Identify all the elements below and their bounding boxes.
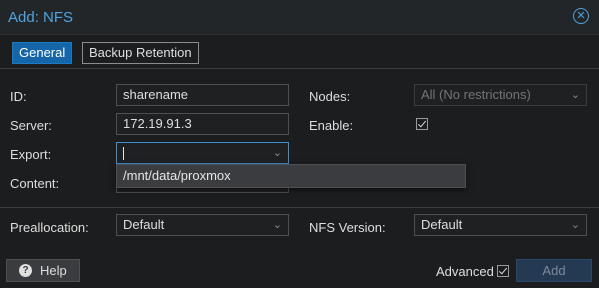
id-input[interactable]: sharename: [116, 84, 289, 106]
chevron-down-icon: ⌄: [570, 219, 580, 231]
preallocation-value: Default: [123, 217, 165, 232]
chevron-down-icon: ⌄: [570, 89, 580, 101]
dialog-titlebar: Add: NFS ✕: [0, 0, 599, 35]
text-cursor: [123, 147, 124, 161]
content-label: Content:: [10, 176, 60, 191]
tab-backup-retention[interactable]: Backup Retention: [82, 42, 199, 64]
nfs-version-select[interactable]: Default ⌄: [414, 214, 587, 236]
nfs-version-label: NFS Version:: [309, 220, 386, 235]
nodes-value: All (No restrictions): [421, 87, 531, 102]
dialog-title: Add: NFS: [8, 9, 74, 26]
question-circle-icon: ?: [19, 264, 32, 277]
advanced-checkbox[interactable]: [497, 265, 509, 277]
preallocation-select[interactable]: Default ⌄: [116, 214, 289, 236]
tab-general[interactable]: General: [12, 42, 73, 64]
dialog-footer: ? Help Advanced Add: [0, 253, 599, 288]
help-button[interactable]: ? Help: [6, 259, 80, 282]
nodes-select[interactable]: All (No restrictions) ⌄: [414, 84, 587, 106]
export-combobox[interactable]: ⌄: [116, 142, 289, 164]
server-input[interactable]: 172.19.91.3: [116, 113, 289, 135]
id-label: ID:: [10, 89, 27, 104]
enable-label: Enable:: [309, 118, 354, 133]
server-label: Server:: [10, 118, 52, 133]
section-divider: [0, 207, 599, 208]
enable-checkbox[interactable]: [416, 118, 428, 130]
advanced-label: Advanced: [436, 264, 494, 279]
add-button[interactable]: Add: [516, 259, 592, 282]
nodes-label: Nodes:: [309, 89, 351, 104]
chevron-down-icon[interactable]: ⌄: [273, 143, 282, 163]
preallocation-label: Preallocation:: [10, 220, 89, 235]
export-dropdown-option[interactable]: /mnt/data/proxmox: [116, 164, 466, 188]
nfs-version-value: Default: [421, 217, 463, 232]
chevron-down-icon: ⌄: [272, 219, 282, 231]
help-label: Help: [40, 263, 67, 278]
close-icon[interactable]: ✕: [573, 8, 589, 24]
tab-bar: General Backup Retention: [0, 35, 599, 68]
export-label: Export:: [10, 147, 52, 162]
general-panel: ID: sharename Nodes: All (No restriction…: [0, 68, 599, 254]
